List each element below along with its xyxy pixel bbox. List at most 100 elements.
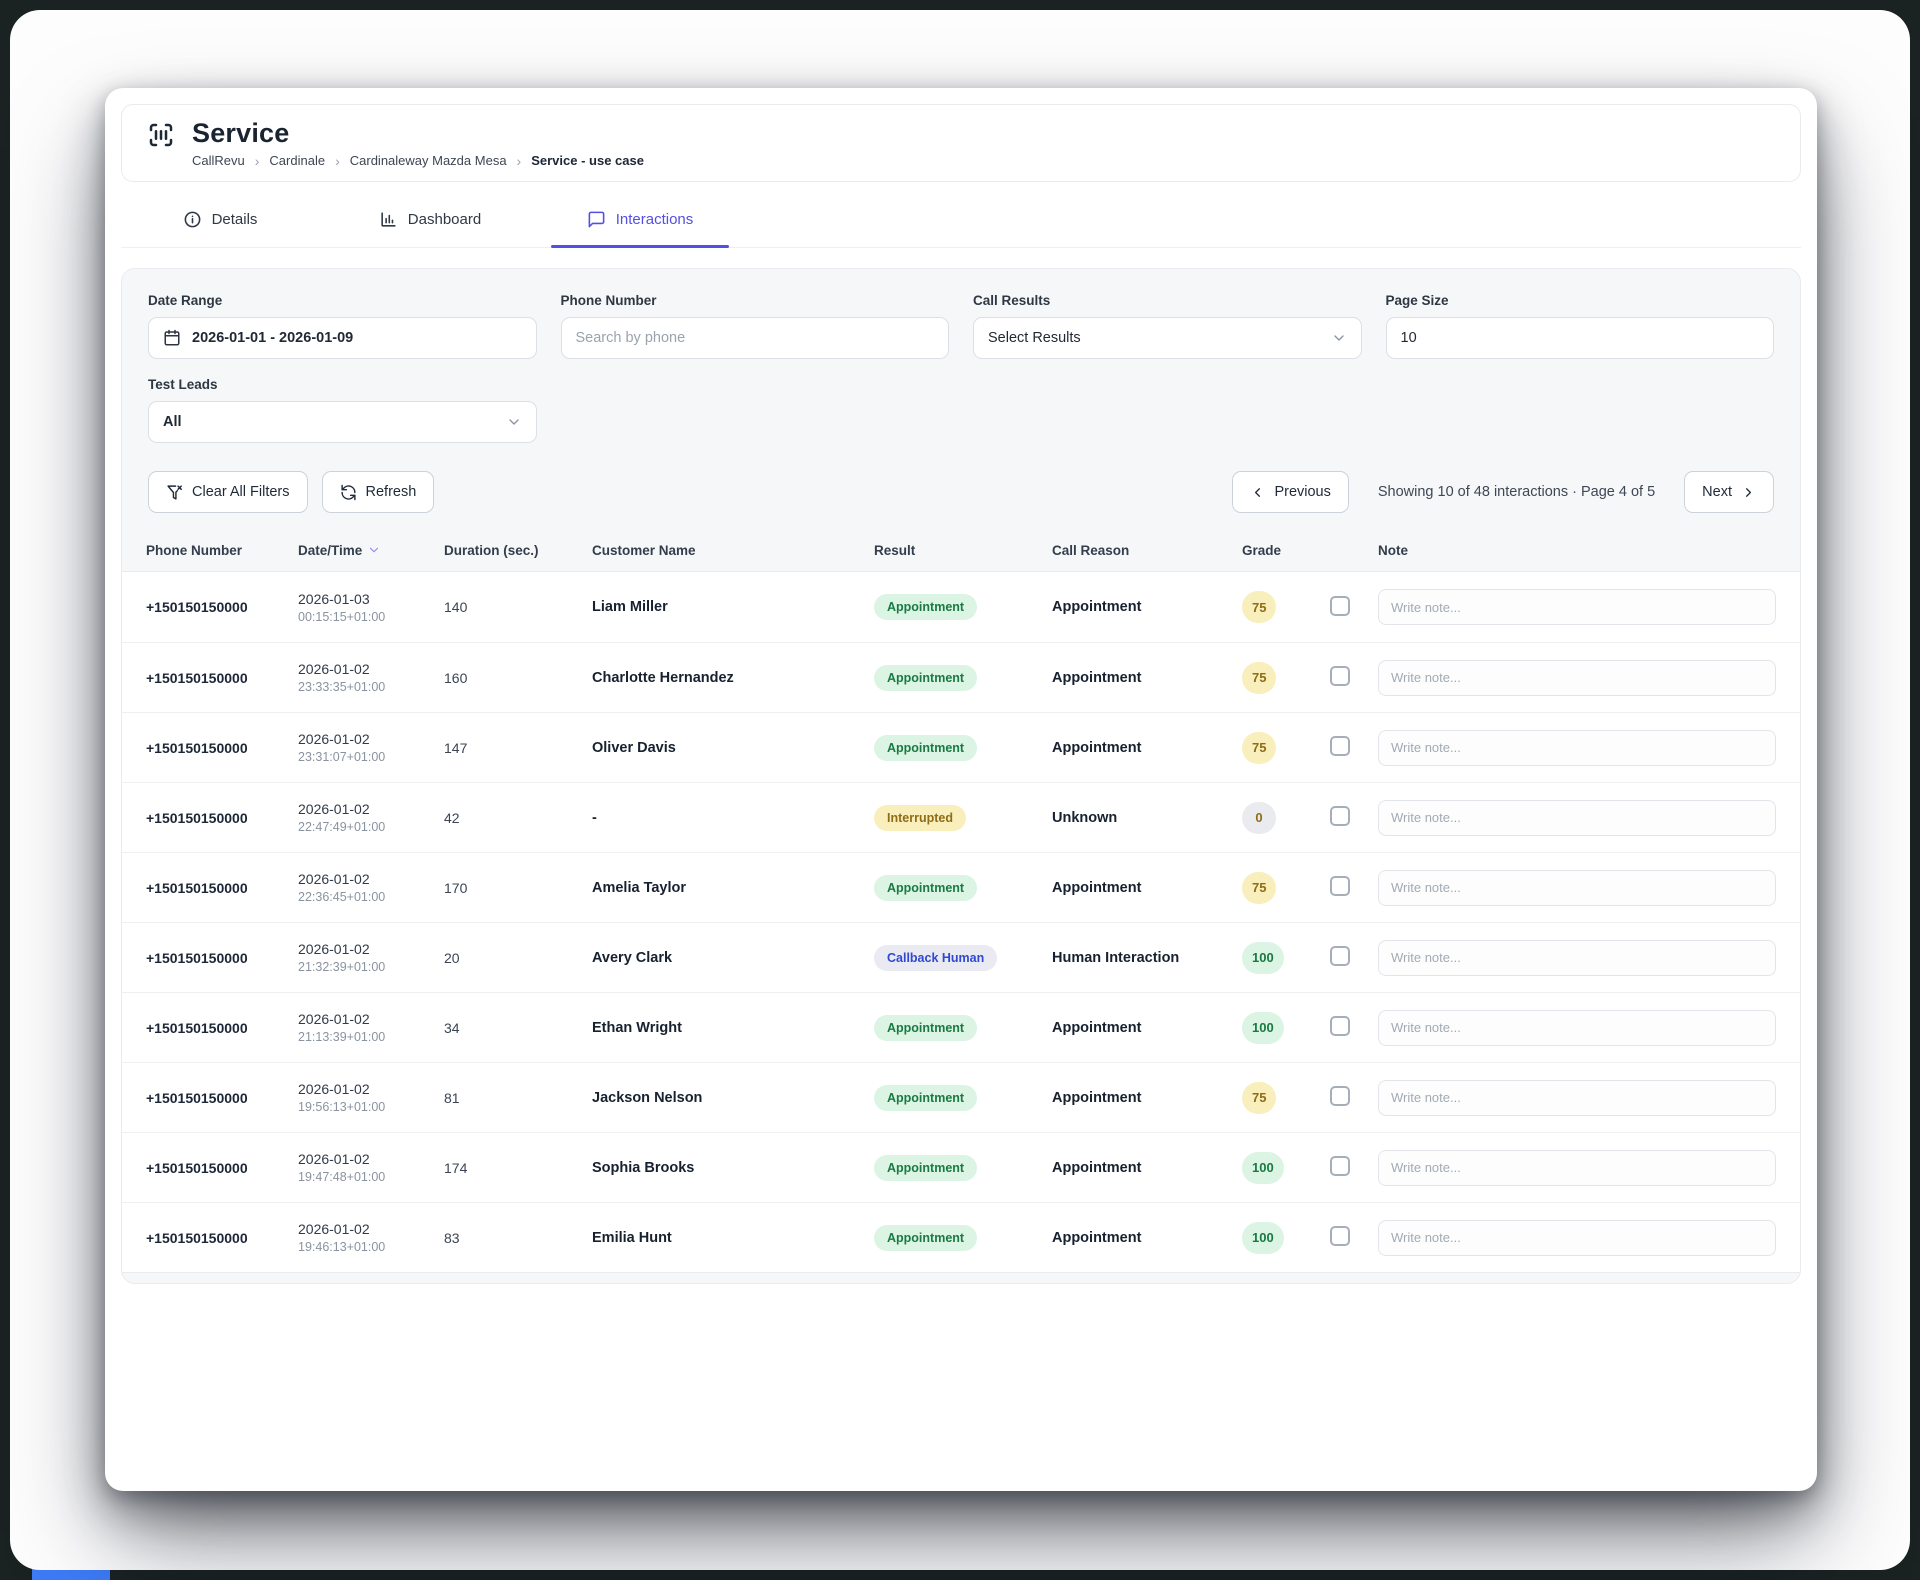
tab-details[interactable]: Details — [131, 192, 309, 247]
note-input[interactable] — [1378, 660, 1776, 696]
table-row: +150150150000 2026-01-02 19:46:13+01:00 … — [122, 1202, 1800, 1272]
date-range-value: 2026-01-01 - 2026-01-09 — [192, 330, 353, 346]
row-datetime: 2026-01-02 19:47:48+01:00 — [298, 1151, 444, 1184]
note-checkbox[interactable] — [1330, 596, 1350, 616]
row-phone: +150150150000 — [146, 1090, 298, 1106]
result-badge: Appointment — [874, 665, 977, 691]
date-range-picker[interactable]: 2026-01-01 - 2026-01-09 — [148, 317, 537, 359]
call-results-label: Call Results — [973, 293, 1362, 308]
breadcrumb-item[interactable]: Cardinaleway Mazda Mesa — [350, 153, 507, 168]
tab-label: Dashboard — [408, 211, 481, 228]
row-customer: Liam Miller — [592, 599, 874, 615]
row-phone: +150150150000 — [146, 810, 298, 826]
note-checkbox[interactable] — [1330, 1086, 1350, 1106]
row-customer: Avery Clark — [592, 950, 874, 966]
clear-filters-button[interactable]: Clear All Filters — [148, 471, 308, 513]
refresh-button[interactable]: Refresh — [322, 471, 435, 513]
note-input[interactable] — [1378, 1010, 1776, 1046]
note-input[interactable] — [1378, 870, 1776, 906]
row-time: 22:47:49+01:00 — [298, 820, 444, 834]
result-badge: Callback Human — [874, 945, 997, 971]
note-input[interactable] — [1378, 589, 1776, 625]
result-badge: Appointment — [874, 1225, 977, 1251]
row-time: 22:36:45+01:00 — [298, 890, 444, 904]
note-checkbox[interactable] — [1330, 946, 1350, 966]
note-checkbox[interactable] — [1330, 1016, 1350, 1036]
column-call-reason: Call Reason — [1052, 543, 1242, 558]
result-badge: Appointment — [874, 1155, 977, 1181]
row-date: 2026-01-02 — [298, 941, 444, 957]
row-time: 19:56:13+01:00 — [298, 1100, 444, 1114]
page-size-input[interactable] — [1401, 318, 1760, 358]
note-input[interactable] — [1378, 1220, 1776, 1256]
call-results-value: Select Results — [988, 330, 1081, 346]
bar-chart-icon — [379, 210, 398, 229]
result-badge: Appointment — [874, 1015, 977, 1041]
note-checkbox[interactable] — [1330, 736, 1350, 756]
note-checkbox[interactable] — [1330, 806, 1350, 826]
previous-page-button[interactable]: Previous — [1232, 471, 1348, 513]
row-customer: Emilia Hunt — [592, 1230, 874, 1246]
row-duration: 160 — [444, 670, 592, 686]
tab-interactions[interactable]: Interactions — [551, 192, 729, 247]
tab-dashboard[interactable]: Dashboard — [341, 192, 519, 247]
page-size-control — [1386, 317, 1775, 359]
row-customer: Amelia Taylor — [592, 880, 874, 896]
tab-bar: Details Dashboard Interactions — [121, 192, 1801, 248]
row-phone: +150150150000 — [146, 1020, 298, 1036]
filters-section: Date Range 2026-01-01 - 2026-01-09 Phone… — [122, 269, 1800, 513]
row-datetime: 2026-01-02 23:33:35+01:00 — [298, 661, 444, 694]
grade-badge: 75 — [1242, 591, 1276, 623]
breadcrumb-item[interactable]: Cardinale — [269, 153, 325, 168]
row-call-reason: Human Interaction — [1052, 950, 1242, 966]
row-time: 19:46:13+01:00 — [298, 1240, 444, 1254]
note-input[interactable] — [1378, 1080, 1776, 1116]
tab-label: Interactions — [616, 211, 694, 228]
row-date: 2026-01-02 — [298, 731, 444, 747]
call-results-select[interactable]: Select Results — [973, 317, 1362, 359]
row-date: 2026-01-02 — [298, 1151, 444, 1167]
next-page-button[interactable]: Next — [1684, 471, 1774, 513]
note-input[interactable] — [1378, 1150, 1776, 1186]
result-badge: Appointment — [874, 875, 977, 901]
page-size-label: Page Size — [1386, 293, 1775, 308]
grade-badge: 0 — [1242, 802, 1276, 834]
page-header: Service CallRevu › Cardinale › Cardinale… — [121, 104, 1801, 182]
calendar-icon — [163, 329, 181, 347]
row-duration: 34 — [444, 1020, 592, 1036]
row-date: 2026-01-02 — [298, 1221, 444, 1237]
page-background: Service CallRevu › Cardinale › Cardinale… — [10, 10, 1910, 1570]
note-input[interactable] — [1378, 800, 1776, 836]
grade-badge: 100 — [1242, 1152, 1284, 1184]
page-size-field: Page Size — [1386, 293, 1775, 359]
breadcrumb-item[interactable]: CallRevu — [192, 153, 245, 168]
info-icon — [183, 210, 202, 229]
grade-badge: 75 — [1242, 732, 1276, 764]
note-checkbox[interactable] — [1330, 876, 1350, 896]
call-results-field: Call Results Select Results — [973, 293, 1362, 359]
row-duration: 81 — [444, 1090, 592, 1106]
breadcrumb: CallRevu › Cardinale › Cardinaleway Mazd… — [192, 153, 644, 168]
column-date-time[interactable]: Date/Time — [298, 543, 444, 558]
phone-search-input[interactable] — [576, 318, 935, 358]
note-input[interactable] — [1378, 940, 1776, 976]
note-checkbox[interactable] — [1330, 1156, 1350, 1176]
column-result: Result — [874, 543, 1052, 558]
filters-and-table-panel: Date Range 2026-01-01 - 2026-01-09 Phone… — [121, 268, 1801, 1284]
row-call-reason: Unknown — [1052, 810, 1242, 826]
row-datetime: 2026-01-02 21:32:39+01:00 — [298, 941, 444, 974]
table-body: +150150150000 2026-01-03 00:15:15+01:00 … — [122, 571, 1800, 1273]
result-badge: Appointment — [874, 735, 977, 761]
note-input[interactable] — [1378, 730, 1776, 766]
table-header: Phone Number Date/Time Duration (sec.) C… — [122, 529, 1800, 571]
refresh-icon — [340, 484, 357, 501]
table-row: +150150150000 2026-01-02 21:13:39+01:00 … — [122, 992, 1800, 1062]
date-range-field: Date Range 2026-01-01 - 2026-01-09 — [148, 293, 537, 359]
note-checkbox[interactable] — [1330, 666, 1350, 686]
test-leads-value: All — [163, 414, 182, 430]
row-datetime: 2026-01-02 23:31:07+01:00 — [298, 731, 444, 764]
test-leads-select[interactable]: All — [148, 401, 537, 443]
note-checkbox[interactable] — [1330, 1226, 1350, 1246]
table-row: +150150150000 2026-01-02 22:47:49+01:00 … — [122, 782, 1800, 852]
row-duration: 83 — [444, 1230, 592, 1246]
